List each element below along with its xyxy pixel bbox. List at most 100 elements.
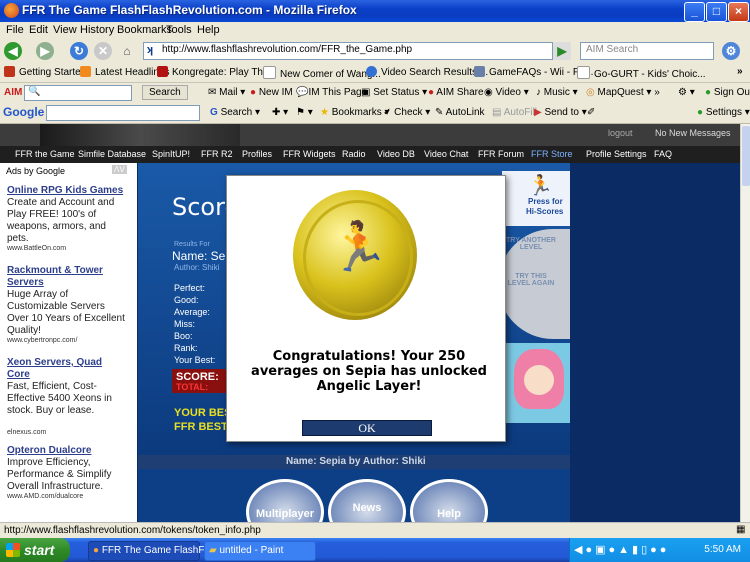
taskbar-firefox[interactable]: ● FFR The Game FlashF... bbox=[88, 541, 212, 561]
google-search-button[interactable]: G Search ▾ bbox=[210, 107, 260, 118]
stat-your-best: Your Best: bbox=[174, 355, 216, 365]
nav-profiles[interactable]: Profiles bbox=[242, 149, 272, 159]
menu-edit[interactable]: Edit bbox=[29, 24, 48, 36]
nav-ffr-store[interactable]: FFR Store bbox=[531, 149, 573, 159]
bookmark-getting-started[interactable]: Getting Started bbox=[4, 66, 86, 78]
nav-radio[interactable]: Radio bbox=[342, 149, 366, 159]
menu-bookmarks[interactable]: Bookmarks bbox=[117, 24, 172, 36]
google-send-to[interactable]: ▶ Send to ▾ bbox=[534, 107, 587, 118]
ad-nav-icon[interactable]: ΛV bbox=[112, 165, 127, 174]
nav-ffr-widgets[interactable]: FFR Widgets bbox=[283, 149, 336, 159]
menu-help[interactable]: Help bbox=[197, 24, 220, 36]
news-button[interactable]: News bbox=[328, 479, 406, 522]
bookmark-video-search[interactable]: Video Search Results:... bbox=[366, 66, 488, 78]
nav-spinitup[interactable]: SpinItUP! bbox=[152, 149, 190, 159]
taskbar-paint[interactable]: ▰ untitled - Paint bbox=[204, 541, 316, 561]
aim-button-icon[interactable]: ⚙ bbox=[722, 42, 740, 60]
multiplayer-button[interactable]: Multiplayer bbox=[246, 479, 324, 522]
google-check[interactable]: ✓ Check ▾ bbox=[383, 107, 430, 118]
ad-description: Improve Efficiency, Performance & Simpli… bbox=[7, 457, 112, 492]
ok-button[interactable]: OK bbox=[302, 420, 432, 436]
aim-search-input[interactable]: 🔍 bbox=[24, 85, 132, 101]
aim-sign-out[interactable]: ● Sign Out bbox=[705, 87, 750, 98]
aim-search-button[interactable]: Search bbox=[142, 85, 188, 100]
bookmark-new-comer[interactable]: New Comer of Wang... bbox=[263, 66, 381, 80]
aim-video-label: Video bbox=[495, 87, 521, 98]
bookmark-gamefaqs[interactable]: GameFAQs - Wii - FA... bbox=[474, 66, 593, 78]
ad-title[interactable]: Opteron Dualcore bbox=[7, 445, 91, 457]
popup-icon[interactable]: ⚑ ▾ bbox=[296, 107, 313, 118]
start-label: start bbox=[24, 542, 55, 558]
stop-icon[interactable]: ✕ bbox=[94, 42, 112, 60]
maximize-button[interactable]: □ bbox=[706, 2, 727, 22]
ads-by-google: Ads by Google bbox=[6, 166, 66, 176]
nav-faq[interactable]: FAQ bbox=[654, 149, 672, 159]
menu-tools[interactable]: Tools bbox=[166, 24, 192, 36]
ad-url[interactable]: www.cybertronpc.com/ bbox=[7, 337, 77, 344]
menu-history[interactable]: History bbox=[80, 24, 114, 36]
nav-simfile-database[interactable]: Simfile Database bbox=[78, 149, 146, 159]
aim-mail[interactable]: ✉ Mail ▾ bbox=[208, 87, 245, 98]
google-bookmarks[interactable]: ★ Bookmarks ▾ bbox=[320, 107, 390, 118]
aim-im-this-page[interactable]: 💬IM This Page bbox=[296, 87, 367, 98]
bookmark-icon bbox=[366, 66, 377, 77]
help-button[interactable]: Help bbox=[410, 479, 488, 522]
search-placeholder: AIM Search bbox=[586, 44, 639, 55]
status-bar: http://www.flashflashrevolution.com/toke… bbox=[0, 522, 750, 539]
scrollbar-thumb[interactable] bbox=[742, 126, 750, 186]
ad-url[interactable]: elnexus.com bbox=[7, 429, 46, 436]
search-input[interactable]: AIM Search bbox=[580, 42, 714, 60]
aim-video[interactable]: ◉ Video ▾ bbox=[484, 87, 529, 98]
nav-ffr-r2[interactable]: FFR R2 bbox=[201, 149, 233, 159]
reload-icon[interactable]: ↻ bbox=[70, 42, 88, 60]
google-search-input[interactable] bbox=[46, 105, 200, 121]
gear-icon[interactable]: ⚙ ▾ bbox=[678, 87, 695, 98]
ad-url[interactable]: www.AMD.com/dualcore bbox=[7, 493, 83, 500]
ad-title[interactable]: Rackmount & Tower Servers bbox=[7, 265, 127, 289]
nav-profile-settings[interactable]: Profile Settings bbox=[586, 149, 647, 159]
start-button[interactable]: start bbox=[0, 538, 70, 562]
ad-url[interactable]: www.BattleOn.com bbox=[7, 245, 66, 252]
home-icon[interactable]: ⌂ bbox=[118, 42, 136, 60]
forward-icon[interactable]: ▶ bbox=[36, 42, 54, 60]
nav-video-db[interactable]: Video DB bbox=[377, 149, 415, 159]
go-icon[interactable]: ▶ bbox=[553, 42, 571, 60]
aim-share[interactable]: ● AIM Share bbox=[428, 87, 484, 98]
google-autofill[interactable]: ▤ AutoFill bbox=[492, 107, 537, 118]
site-favicon-icon: ʞ bbox=[147, 44, 154, 56]
aim-music[interactable]: ♪ Music ▾ bbox=[536, 87, 578, 98]
google-autolink[interactable]: ✎ AutoLink bbox=[435, 107, 485, 118]
hi-scores-button[interactable]: 🏃 Press for Hi-Scores bbox=[502, 171, 570, 226]
chevron-more-icon[interactable]: » bbox=[737, 66, 743, 77]
bookmark-kongregate[interactable]: Kongregate: Play Thi... bbox=[157, 66, 274, 78]
stat-perfect: Perfect: bbox=[174, 283, 206, 293]
close-button[interactable]: × bbox=[728, 2, 749, 22]
aim-set-status[interactable]: ▣ Set Status ▾ bbox=[361, 87, 427, 98]
ad-title[interactable]: Xeon Servers, Quad Core bbox=[7, 357, 127, 381]
bookmark-go-gurt[interactable]: Go-GURT - Kids' Choic... bbox=[577, 66, 706, 80]
nav-video-chat[interactable]: Video Chat bbox=[424, 149, 468, 159]
try-this-level-again[interactable]: TRY THIS LEVEL AGAIN bbox=[506, 273, 556, 287]
logout-link[interactable]: logout bbox=[608, 128, 633, 138]
banner-artwork bbox=[40, 124, 240, 146]
ad-title[interactable]: Online RPG Kids Games bbox=[7, 185, 123, 197]
menu-file[interactable]: File bbox=[6, 24, 24, 36]
url-bar[interactable]: ʞ http://www.flashflashrevolution.com/FF… bbox=[143, 42, 553, 60]
nav-ffr-forum[interactable]: FFR Forum bbox=[478, 149, 524, 159]
news-label: News bbox=[352, 502, 382, 514]
google-settings-label: Settings bbox=[705, 107, 742, 118]
back-icon[interactable]: ◀ bbox=[4, 42, 22, 60]
try-another-level[interactable]: TRY ANOTHER LEVEL bbox=[506, 237, 556, 251]
aim-new-im[interactable]: ● New IM bbox=[250, 87, 293, 98]
vertical-scrollbar[interactable] bbox=[740, 124, 750, 522]
minimize-button[interactable]: _ bbox=[684, 2, 705, 22]
aim-mapquest[interactable]: ◎ MapQuest ▾ » bbox=[586, 87, 660, 98]
google-settings[interactable]: ● Settings ▾ bbox=[697, 107, 750, 118]
nav-ffr-the-game[interactable]: FFR the Game bbox=[15, 149, 75, 159]
popup-blocker-icon[interactable]: ▦ bbox=[736, 524, 745, 535]
tray-icons[interactable]: ◀●▣●▲▮▯●● bbox=[574, 543, 669, 556]
pagerank-icon[interactable]: ✚ ▾ bbox=[272, 107, 288, 118]
highlight-icon[interactable]: ✐ bbox=[587, 107, 595, 118]
menu-view[interactable]: View bbox=[53, 24, 77, 36]
bookmarks-toolbar: Getting Started Latest Headlines Kongreg… bbox=[0, 62, 750, 83]
